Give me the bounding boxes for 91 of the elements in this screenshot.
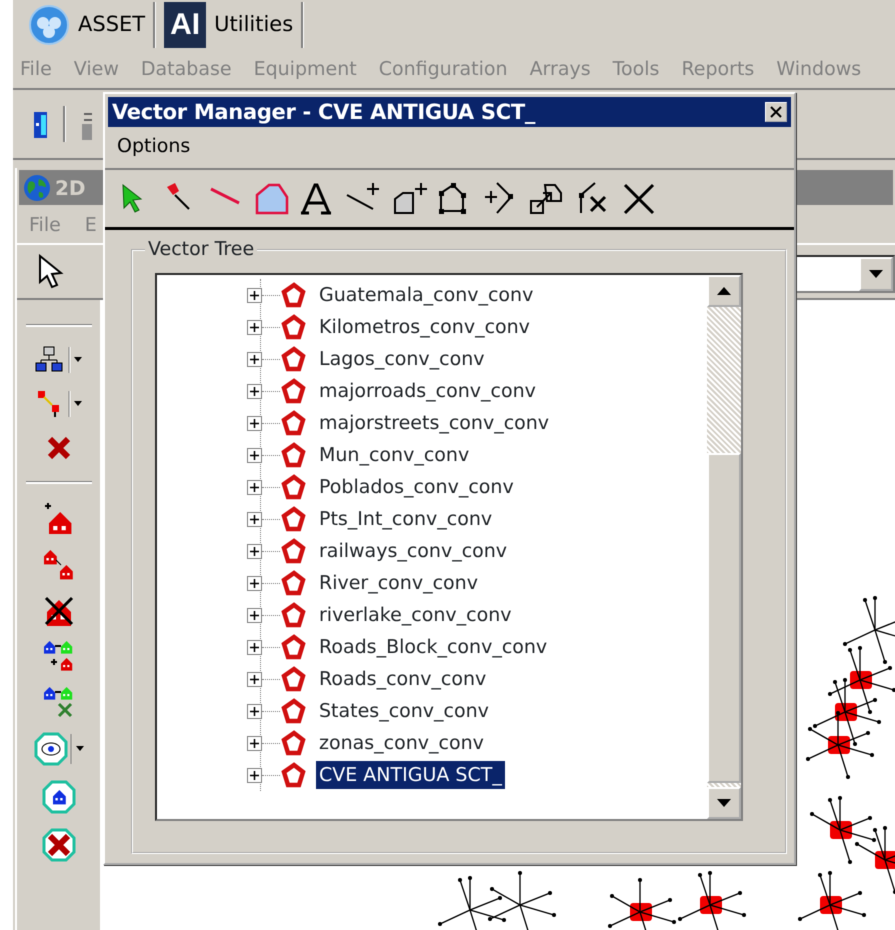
vector-layer-icon (280, 378, 306, 404)
expander[interactable] (247, 704, 262, 718)
plus-icon[interactable] (250, 514, 259, 524)
expander[interactable] (247, 576, 262, 590)
tree-item[interactable]: River_conv_conv (316, 569, 481, 597)
globe-logo-icon[interactable] (28, 4, 70, 46)
dropdown-arrow-icon[interactable] (869, 270, 883, 278)
vector-layer-icon (280, 314, 306, 340)
plus-icon[interactable] (250, 482, 259, 492)
tree-item[interactable]: Kilometros_conv_conv (316, 313, 533, 341)
scrollbar[interactable] (707, 275, 741, 819)
vector-layer-icon (280, 538, 306, 564)
houses-unlink-icon[interactable] (42, 686, 74, 718)
door-icon[interactable] (33, 109, 49, 139)
site-icon[interactable] (42, 780, 76, 814)
vector-layer-icon (280, 602, 306, 628)
expander[interactable] (247, 288, 262, 302)
plus-icon[interactable] (250, 770, 259, 780)
expander[interactable] (247, 480, 262, 494)
tree-item[interactable]: States_conv_conv (316, 697, 492, 725)
vector-layer-icon (280, 474, 306, 500)
vector-layer-icon (280, 346, 306, 372)
site-delete-icon[interactable] (42, 828, 76, 862)
target-icon[interactable] (34, 732, 84, 766)
plus-icon[interactable] (250, 418, 259, 428)
scroll-up-button[interactable] (707, 275, 741, 307)
plus-icon[interactable] (250, 546, 259, 556)
add-house-icon[interactable] (42, 502, 74, 534)
vector-layer-icon (280, 762, 306, 788)
plus-icon[interactable] (250, 354, 259, 364)
expander[interactable] (247, 640, 262, 654)
expander[interactable] (247, 768, 262, 782)
plus-icon[interactable] (250, 738, 259, 748)
tree-item[interactable]: riverlake_conv_conv (316, 601, 514, 629)
plus-icon[interactable] (250, 386, 259, 396)
plus-icon[interactable] (250, 610, 259, 620)
tree-item[interactable]: CVE ANTIGUA SCT_ (316, 761, 505, 789)
tree-item[interactable]: Guatemala_conv_conv (316, 281, 536, 309)
plus-icon[interactable] (250, 450, 259, 460)
plus-icon[interactable] (250, 578, 259, 588)
tree-item[interactable]: zonas_conv_conv (316, 729, 487, 757)
vector-layer-icon (280, 666, 306, 692)
scroll-down-button[interactable] (707, 787, 741, 819)
vector-layer-icon (280, 506, 306, 532)
vector-layer-icon (280, 570, 306, 596)
add-shape-icon[interactable] (391, 180, 427, 216)
vector-layer-icon (280, 442, 306, 468)
expander[interactable] (247, 416, 262, 430)
dialog-title: Vector Manager - CVE ANTIGUA SCT_ (112, 100, 536, 124)
expander[interactable] (247, 512, 262, 526)
plus-icon[interactable] (250, 290, 259, 300)
tab[interactable]: Utilities (214, 9, 294, 41)
tree-item[interactable]: majorroads_conv_conv (316, 377, 539, 405)
expander[interactable] (247, 320, 262, 334)
down-arrow-icon[interactable] (717, 799, 731, 807)
tree-item[interactable]: Roads_Block_conv_conv (316, 633, 550, 661)
vector-layer-icon (280, 410, 306, 436)
expander[interactable] (247, 448, 262, 462)
close-icon[interactable] (770, 106, 782, 118)
plus-icon[interactable] (250, 322, 259, 332)
tree-item[interactable]: Pts_Int_conv_conv (316, 505, 496, 533)
expander[interactable] (247, 608, 262, 622)
menu-item[interactable]: Options (117, 132, 190, 160)
globe-icon (23, 174, 51, 202)
tree-item[interactable]: Lagos_conv_conv (316, 345, 488, 373)
tree-item[interactable]: Mun_conv_conv (316, 441, 472, 469)
expander[interactable] (247, 736, 262, 750)
window-title: 2D (55, 174, 86, 202)
plus-icon[interactable] (250, 674, 259, 684)
houses-link-icon[interactable] (42, 640, 74, 672)
scroll-thumb[interactable] (707, 453, 741, 783)
expander[interactable] (247, 352, 262, 366)
vector-layer-icon (280, 730, 306, 756)
expander[interactable] (247, 672, 262, 686)
tab[interactable]: ASSET (78, 9, 146, 41)
expander[interactable] (247, 384, 262, 398)
vector-layer-icon (280, 634, 306, 660)
expander[interactable] (247, 544, 262, 558)
move-house-icon[interactable] (42, 548, 74, 580)
network-icon[interactable] (34, 344, 84, 375)
tree-item[interactable]: Roads_conv_conv (316, 665, 490, 693)
vector-layer-icon (280, 698, 306, 724)
close-button[interactable] (765, 102, 787, 122)
plus-icon[interactable] (250, 642, 259, 652)
tree-item[interactable]: railways_conv_conv (316, 537, 510, 565)
tree-item[interactable]: majorstreets_conv_conv (316, 409, 552, 437)
tree-item[interactable]: Poblados_conv_conv (316, 473, 517, 501)
vector-layer-icon (280, 282, 306, 308)
logo: AI (164, 2, 206, 48)
plus-icon[interactable] (250, 706, 259, 716)
up-arrow-icon[interactable] (717, 287, 731, 295)
